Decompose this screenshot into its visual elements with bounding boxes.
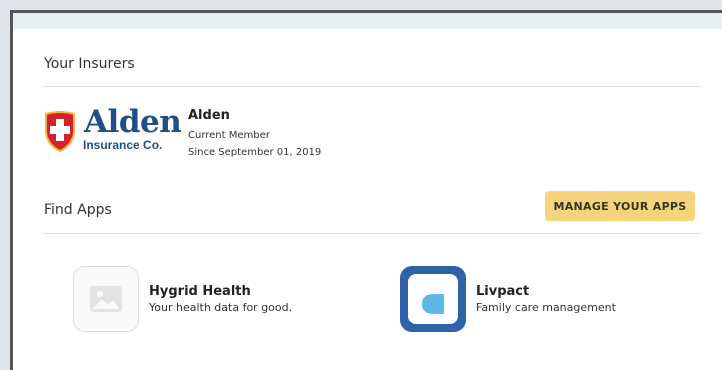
- app-name: Hygrid Health: [149, 284, 251, 299]
- app-description: Your health data for good.: [149, 301, 293, 314]
- app-description: Family care management: [476, 301, 616, 314]
- manage-apps-button[interactable]: MANAGE YOUR APPS: [545, 191, 695, 221]
- apps-section-title: Find Apps: [44, 202, 112, 218]
- insurer-status: Current Member: [188, 130, 270, 141]
- livpact-logo-icon: [400, 266, 466, 332]
- shield-cross-icon: [45, 111, 75, 152]
- app-name: Livpact: [476, 284, 530, 299]
- logo-subtext: Insurance Co.: [83, 138, 163, 152]
- insurers-section-title: Your Insurers: [44, 56, 135, 72]
- insurer-since: Since September 01, 2019: [188, 147, 322, 158]
- apps-divider: [44, 233, 700, 234]
- insurers-divider: [44, 86, 700, 87]
- alden-logo: Alden Insurance Co.: [44, 104, 182, 158]
- logo-wordmark: Alden: [84, 104, 182, 140]
- image-placeholder-icon: [73, 266, 139, 332]
- insurer-info: Alden Current Member Since September 01,…: [188, 108, 321, 161]
- app-card-livpact[interactable]: Livpact Family care management: [400, 266, 616, 332]
- main-panel: Your Insurers Alden Insurance Co. Alden …: [10, 10, 722, 370]
- header-strip: [13, 13, 722, 29]
- app-card-hygrid-health[interactable]: Hygrid Health Your health data for good.: [73, 266, 292, 332]
- insurer-name: Alden: [188, 108, 230, 123]
